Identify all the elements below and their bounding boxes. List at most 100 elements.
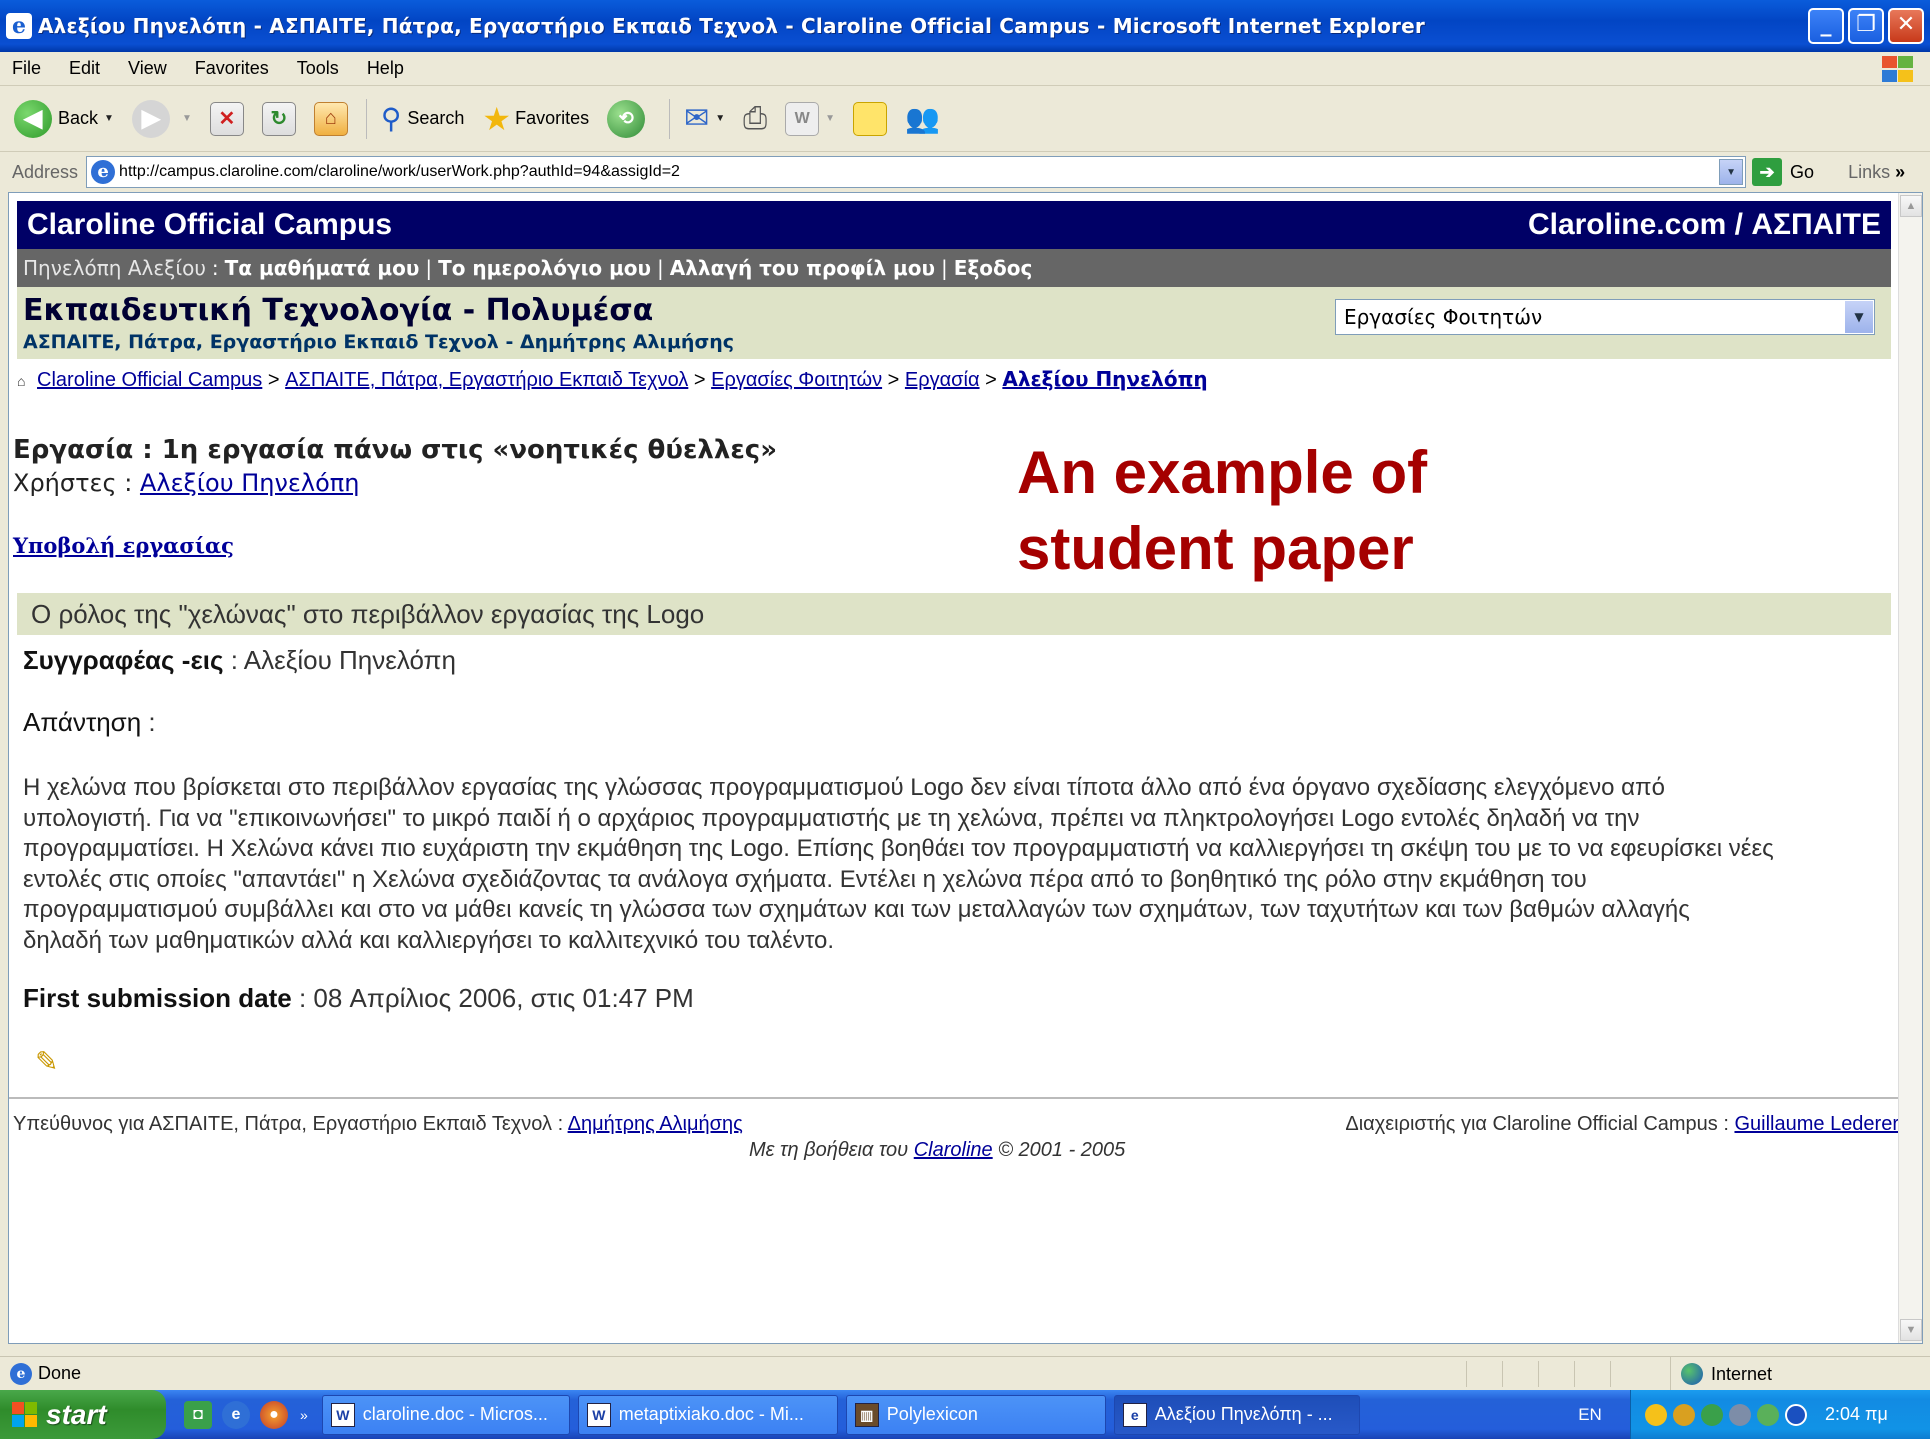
course-bar: Εκπαιδευτική Τεχνολογία - Πολυμέσα ΑΣΠΑΙ… [17,287,1891,359]
breadcrumb-student[interactable]: Αλεξίου Πηνελόπη [1002,367,1207,391]
scroll-down-icon[interactable]: ▼ [1900,1319,1922,1341]
messenger-button[interactable]: 👥 [905,102,940,135]
mail-button[interactable]: ✉ ▼ [684,101,725,136]
word-edit-icon: W [785,101,820,136]
show-desktop-icon[interactable]: ◘ [184,1400,212,1429]
claroline-link[interactable]: Claroline [914,1139,993,1161]
zone-text: Internet [1711,1363,1773,1384]
go-arrow-icon: ➔ [1752,158,1783,186]
security-shield-icon[interactable] [1645,1403,1667,1426]
annotation-line-1: An example of [1017,439,1428,506]
language-indicator[interactable]: EN [1566,1398,1614,1432]
breadcrumb-campus[interactable]: Claroline Official Campus [37,369,262,391]
link-my-courses[interactable]: Τα μαθήματά μου [225,256,420,280]
update-icon[interactable] [1757,1403,1779,1426]
clock[interactable]: 2:04 πμ [1825,1404,1888,1425]
campus-name[interactable]: Claroline Official Campus [27,208,392,242]
breadcrumb-assignment[interactable]: Εργασία [905,369,980,391]
vertical-scrollbar[interactable]: ▲ ▼ [1898,193,1922,1343]
home-button[interactable]: ⌂ [313,101,348,136]
links-button[interactable]: Links » [1848,162,1905,183]
taskbar-item-browser[interactable]: e Αλεξίου Πηνελόπη - ... [1113,1394,1360,1435]
course-subtitle: ΑΣΠΑΙΤΕ, Πάτρα, Εργαστήριο Εκπαιδ Τεχνολ… [23,331,735,353]
close-button[interactable]: ✕ [1888,8,1924,44]
links-label: Links [1848,161,1891,182]
address-dropdown-icon[interactable]: ▼ [1719,159,1744,185]
clock-app-icon[interactable] [1785,1403,1807,1426]
menu-help[interactable]: Help [367,58,404,79]
chevron-right-icon[interactable]: » [300,1407,308,1423]
answer-label: Απάντηση [23,707,142,737]
assignment-title: Εργασία : 1η εργασία πάνω στις «νοητικές… [13,435,778,465]
search-button[interactable]: ⚲ Search [381,102,465,135]
user-link[interactable]: Αλεξίου Πηνελόπη [140,469,359,497]
link-edit-profile[interactable]: Αλλαγή του προφίλ μου [670,256,935,280]
volume-icon[interactable] [1729,1403,1751,1426]
answer-line: υπολογιστή. Για να "επικοινωνήσει" το μι… [23,804,1640,832]
menu-tools[interactable]: Tools [297,58,339,79]
menu-favorites[interactable]: Favorites [195,58,269,79]
refresh-button[interactable]: ↻ [261,101,296,136]
paper-title: Ο ρόλος της "χελώνας" στο περιβάλλον εργ… [17,593,1891,635]
discuss-button[interactable] [853,101,888,136]
task-label: metaptixiako.doc - Mi... [618,1404,804,1424]
ie-task-icon: e [1122,1402,1147,1427]
chevron-down-icon: ▼ [104,113,114,124]
stop-button[interactable]: ✕ [209,101,244,136]
breadcrumb-student-works[interactable]: Εργασίες Φοιτητών [711,369,882,391]
print-button[interactable]: ⎙ [743,102,767,136]
favorites-button[interactable]: ★ Favorites [482,100,589,138]
forward-button[interactable]: ▶ ▼ [131,99,192,138]
menu-bar: File Edit View Favorites Tools Help [0,52,1930,86]
messenger-tray-icon[interactable] [1701,1403,1723,1426]
book-icon: ▥ [854,1402,879,1427]
ie-quicklaunch-icon[interactable]: e [222,1400,250,1429]
maximize-button[interactable]: ❐ [1848,8,1884,44]
minimize-button[interactable]: _ [1808,8,1844,44]
scroll-up-icon[interactable]: ▲ [1900,195,1922,217]
footer-powered-by: Με τη βοήθεια του Claroline © 2001 - 200… [749,1139,1125,1162]
back-button[interactable]: ◀ Back ▼ [14,99,114,138]
menu-edit[interactable]: Edit [69,58,100,79]
favorites-label: Favorites [515,108,590,128]
user-bar: Πηνελόπη Αλεξίου : Τα μαθήματά μου | Το … [17,249,1891,287]
footer-platform-admin: Διαχειριστής για Claroline Official Camp… [1345,1113,1899,1136]
taskbar-item-metaptixiako-doc[interactable]: W metaptixiako.doc - Mi... [577,1394,838,1435]
footer-divider [9,1097,1899,1099]
taskbar-item-polylexicon[interactable]: ▥ Polylexicon [845,1394,1106,1435]
window-title: Αλεξίου Πηνελόπη - ΑΣΠΑΙΤΕ, Πάτρα, Εργασ… [38,14,1425,38]
platform-admin-link[interactable]: Guillaume Lederer [1734,1113,1899,1135]
link-my-agenda[interactable]: Το ημερολόγιο μου [438,256,651,280]
menu-view[interactable]: View [128,58,167,79]
ie-icon: e [6,13,32,39]
network-icon[interactable] [1673,1403,1695,1426]
footer-right-prefix: Διαχειριστής για Claroline Official Camp… [1345,1113,1729,1135]
star-icon: ★ [482,100,512,137]
submit-work-link[interactable]: Υποβολή εργασίας [13,533,234,558]
breadcrumb: ⌂ Claroline Official Campus > ΑΣΠΑΙΤΕ, Π… [17,367,1208,391]
history-button[interactable]: ⟲ [607,99,651,138]
edit-button[interactable]: W ▼ [785,101,835,136]
tool-select[interactable]: Εργασίες Φοιτητών ▼ [1335,299,1875,335]
start-button[interactable]: start [0,1390,166,1439]
firefox-icon[interactable]: ● [260,1400,288,1429]
edit-pencil-icon[interactable]: ✎ [35,1045,58,1078]
toolbar-separator [365,98,367,139]
annotation-line-2: student paper [1017,515,1414,582]
task-label: claroline.doc - Micros... [362,1404,548,1424]
address-input[interactable]: e http://campus.claroline.com/claroline/… [86,156,1747,188]
printer-icon: ⎙ [743,101,768,135]
campus-institution[interactable]: Claroline.com / ΑΣΠΑΙΤΕ [1528,208,1881,242]
authors-value: Αλεξίου Πηνελόπη [243,645,456,675]
course-title[interactable]: Εκπαιδευτική Τεχνολογία - Πολυμέσα [23,293,653,328]
word-doc-icon: W [330,1402,355,1427]
footer-course-manager: Υπεύθυνος για ΑΣΠΑΙΤΕ, Πάτρα, Εργαστήριο… [13,1113,743,1136]
menu-file[interactable]: File [12,58,41,79]
breadcrumb-course[interactable]: ΑΣΠΑΙΤΕ, Πάτρα, Εργαστήριο Εκπαιδ Τεχνολ [285,369,688,391]
link-logout[interactable]: Εξοδος [954,256,1033,280]
course-manager-link[interactable]: Δημήτρης Αλιμήσης [568,1113,743,1135]
taskbar-item-claroline-doc[interactable]: W claroline.doc - Micros... [321,1394,570,1435]
assignment-title-text: 1η εργασία πάνω στις «νοητικές θύελλες» [161,435,778,465]
go-button[interactable]: ➔ Go [1752,158,1814,186]
search-label: Search [407,108,465,128]
